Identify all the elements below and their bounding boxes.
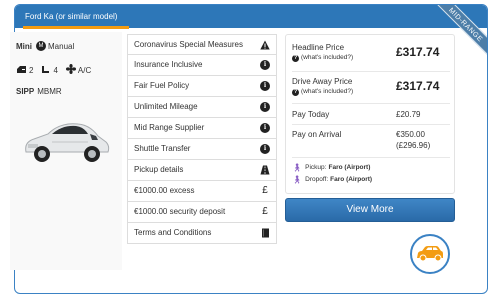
transmission-icon: M: [36, 41, 46, 51]
car-category: Mini: [16, 41, 32, 51]
walking-icon: 🚶︎: [292, 163, 303, 172]
divider: [292, 157, 450, 158]
feature-list: Coronavirus Special Measures Insurance I…: [127, 34, 277, 244]
feature-label: €1000.00 excess: [134, 186, 195, 195]
pound-icon[interactable]: £: [260, 186, 270, 196]
feature-label: Unlimited Mileage: [134, 102, 198, 111]
info-icon[interactable]: i: [260, 81, 270, 91]
doors-count: 2: [29, 65, 34, 75]
pickup-label: Pickup:: [305, 164, 327, 171]
road-icon[interactable]: [260, 165, 270, 175]
aircon-label: A/C: [77, 65, 92, 75]
seats-count: 4: [53, 65, 58, 75]
divider: [292, 103, 450, 104]
feature-label: Pickup details: [134, 165, 184, 174]
transmission-label: Manual: [48, 41, 75, 51]
info-icon[interactable]: i: [260, 123, 270, 133]
seat-icon: [41, 65, 51, 76]
feature-insurance[interactable]: Insurance Inclusive i: [127, 55, 277, 76]
feature-terms[interactable]: Terms and Conditions: [127, 223, 277, 244]
info-icon[interactable]: i: [260, 102, 270, 112]
pay-on-arrival-label: Pay on Arrival: [292, 130, 342, 139]
pay-today-label: Pay Today: [292, 110, 330, 119]
drive-away-price: £317.74: [396, 79, 440, 93]
sipp-code: MBMR: [37, 87, 62, 96]
feature-supplier[interactable]: Mid Range Supplier i: [127, 118, 277, 139]
car-image: [18, 112, 114, 170]
question-icon: ?: [292, 55, 299, 62]
dropoff-label: Dropoff:: [305, 176, 329, 183]
pay-today-value: £20.79: [396, 110, 421, 119]
sipp-label: SIPP: [16, 87, 35, 96]
car-icon: [417, 246, 443, 262]
feature-label: Insurance Inclusive: [134, 60, 203, 69]
car-badge: [410, 234, 450, 274]
pound-icon[interactable]: £: [260, 207, 270, 217]
feature-shuttle[interactable]: Shuttle Transfer i: [127, 139, 277, 160]
feature-label: Mid Range Supplier: [134, 123, 205, 132]
walking-icon: 🚶︎: [292, 175, 303, 184]
question-icon: ?: [292, 89, 299, 96]
dropoff-location-row: 🚶︎ Dropoff: Faro (Airport): [292, 175, 372, 184]
title-underline: [23, 26, 129, 29]
door-icon: [16, 65, 27, 76]
feature-excess[interactable]: €1000.00 excess £: [127, 181, 277, 202]
info-icon[interactable]: i: [260, 144, 270, 154]
feature-label: Terms and Conditions: [134, 228, 212, 237]
feature-label: Shuttle Transfer: [134, 144, 191, 153]
feature-mileage[interactable]: Unlimited Mileage i: [127, 97, 277, 118]
book-icon[interactable]: [260, 228, 270, 238]
price-panel: Headline Price ? (what's included?) £317.…: [285, 34, 455, 194]
feature-fuel-policy[interactable]: Fair Fuel Policy i: [127, 76, 277, 97]
view-more-button[interactable]: View More: [285, 198, 455, 222]
feature-deposit[interactable]: €1000.00 security deposit £: [127, 202, 277, 223]
pickup-location-row: 🚶︎ Pickup: Faro (Airport): [292, 163, 370, 172]
pickup-location: Faro (Airport): [328, 164, 371, 171]
feature-label: Fair Fuel Policy: [134, 81, 190, 90]
divider: [292, 71, 450, 72]
feature-pickup-details[interactable]: Pickup details: [127, 160, 277, 181]
feature-coronavirus[interactable]: Coronavirus Special Measures: [127, 34, 277, 55]
fan-icon: [65, 64, 76, 76]
car-title: Ford Ka (or similar model): [25, 12, 118, 21]
feature-label: €1000.00 security deposit: [134, 207, 226, 216]
car-info-panel: Mini M Manual 2 4 A/C SIPP MBMR: [10, 32, 122, 270]
pay-on-arrival-value: €350.00: [396, 130, 425, 139]
warning-icon: [260, 40, 270, 50]
divider: [292, 124, 450, 125]
dropoff-location: Faro (Airport): [330, 176, 373, 183]
headline-price: £317.74: [396, 45, 440, 59]
pay-on-arrival-alt: (£296.96): [396, 141, 431, 150]
info-icon[interactable]: i: [260, 60, 270, 70]
feature-label: Coronavirus Special Measures: [134, 40, 243, 49]
